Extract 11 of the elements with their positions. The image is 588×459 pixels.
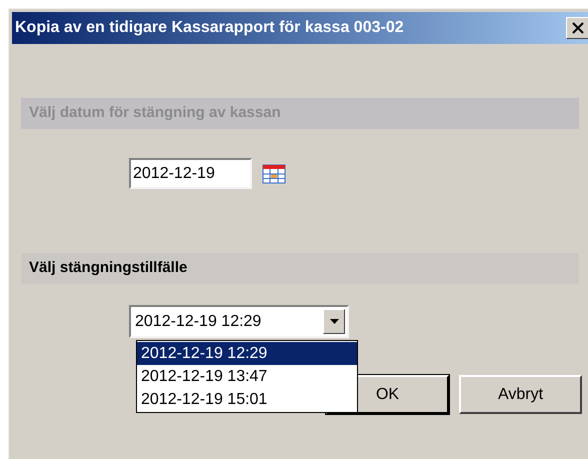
- dropdown-option[interactable]: 2012-12-19 12:29: [137, 342, 357, 365]
- close-icon: [572, 22, 584, 34]
- caret-icon: [330, 319, 338, 324]
- close-button[interactable]: [566, 17, 588, 39]
- dropdown-value: 2012-12-19 12:29: [135, 312, 262, 332]
- calendar-icon[interactable]: [262, 164, 286, 184]
- dialog-button[interactable]: Avbryt: [459, 375, 582, 414]
- closing-dropdown[interactable]: 2012-12-19 12:29: [129, 305, 349, 338]
- window-title: Kopia av en tidigare Kassarapport för kassa 003-02: [15, 18, 405, 38]
- dropdown-arrow-button[interactable]: [323, 309, 345, 334]
- section-heading: Välj stängningstillfälle: [21, 253, 579, 284]
